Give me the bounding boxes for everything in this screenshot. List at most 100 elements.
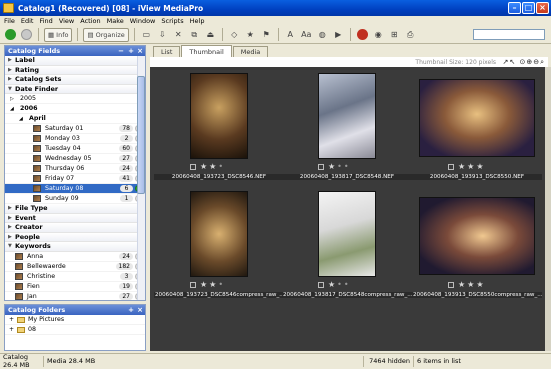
scrollbar-thumb[interactable]	[137, 76, 145, 194]
organize-button[interactable]: ▤ Organize	[83, 27, 129, 42]
close-button[interactable]: ×	[536, 2, 549, 14]
year-2006[interactable]: ◢ 2006	[5, 104, 145, 114]
thumbnail-cell[interactable]: ★ • • 20060408_193817_DSC8548compress_raw_.…	[282, 191, 412, 302]
select-checkbox[interactable]	[318, 163, 324, 170]
web-button[interactable]	[356, 28, 369, 42]
globe-button[interactable]: ◍	[316, 28, 329, 42]
section-label[interactable]: ▶ Label	[5, 56, 145, 66]
minimize-button[interactable]: –	[508, 2, 521, 14]
select-checkbox[interactable]	[448, 281, 454, 288]
menu-view[interactable]: View	[59, 17, 74, 25]
rating-row[interactable]: ★ ★ ★	[448, 280, 484, 289]
keyword-row[interactable]: Bellewaerde 182	[5, 262, 145, 272]
photo-thumbnail[interactable]	[318, 73, 376, 159]
view-control-icons[interactable]: ↗↖ ⊙⊕⊖⌕	[503, 58, 545, 67]
folder-my-pictures[interactable]: + My Pictures	[5, 315, 145, 325]
menu-find[interactable]: Find	[39, 17, 52, 25]
thumbnail-cell[interactable]: ★ ★ ★ 20060408_193913_DSC8550.NEF	[412, 73, 542, 184]
select-checkbox[interactable]	[190, 163, 196, 170]
section-catalog-sets[interactable]: ▶ Catalog Sets	[5, 75, 145, 85]
adjust-button[interactable]: ⊞	[388, 28, 401, 42]
section-date-finder[interactable]: ▼ Date Finder	[5, 84, 145, 94]
section-keywords[interactable]: ▼ Keywords	[5, 242, 145, 252]
thumbnail-cell[interactable]: ★ ★ ★ 20060408_193913_DSC8550compress_raw_.…	[412, 191, 542, 302]
section-file-type[interactable]: ▶ File Type	[5, 204, 145, 214]
date-row[interactable]: Friday 07 41	[5, 174, 145, 184]
burn-button[interactable]: ◉	[372, 28, 385, 42]
month-april[interactable]: ◢ April	[5, 114, 145, 124]
menu-help[interactable]: Help	[190, 17, 205, 25]
select-checkbox[interactable]	[448, 163, 454, 170]
rating-row[interactable]: ★ • •	[318, 162, 349, 171]
menu-file[interactable]: File	[4, 17, 15, 25]
slideshow-button[interactable]: ▶	[332, 28, 345, 42]
maximize-button[interactable]: □	[522, 2, 535, 14]
photo-thumbnail[interactable]	[190, 73, 248, 159]
forward-button[interactable]	[20, 28, 33, 42]
tab-list[interactable]: List	[153, 46, 181, 57]
date-row[interactable]: Sunday 09 1	[5, 194, 145, 204]
tab-media[interactable]: Media	[232, 46, 269, 57]
copy-button[interactable]: ⧉	[188, 28, 201, 42]
close-icon[interactable]: ×	[136, 306, 144, 314]
date-row[interactable]: Thursday 06 24	[5, 164, 145, 174]
thumbnail-cell[interactable]: ★ ★ • 20060408_193723_DSC8546compress_raw_.…	[154, 191, 284, 302]
text-button[interactable]: A	[284, 28, 297, 42]
menu-window[interactable]: Window	[130, 17, 156, 25]
print-icon: ⎙	[407, 29, 414, 39]
close-icon[interactable]: ×	[136, 47, 144, 55]
menu-make[interactable]: Make	[107, 17, 124, 25]
print-button[interactable]: ⎙	[404, 28, 417, 42]
import-button[interactable]: ⇩	[156, 28, 169, 42]
info-button[interactable]: ▦ Info	[44, 27, 73, 42]
section-event[interactable]: ▶ Event	[5, 213, 145, 223]
fonts-button[interactable]: Aa	[300, 28, 313, 42]
date-row[interactable]: Saturday 08 6	[5, 184, 145, 194]
rating-row[interactable]: ★ ★ ★	[448, 162, 484, 171]
year-2005[interactable]: ▷ 2005	[5, 94, 145, 104]
plus-icon[interactable]: +	[127, 47, 135, 55]
menu-scripts[interactable]: Scripts	[161, 17, 183, 25]
tab-thumbnail[interactable]: Thumbnail	[181, 45, 232, 57]
select-checkbox[interactable]	[190, 281, 196, 288]
keyword-row[interactable]: Fien 19	[5, 282, 145, 292]
photo-thumbnail[interactable]	[318, 191, 376, 277]
folder-08[interactable]: +08	[5, 325, 145, 335]
search-field[interactable]	[473, 29, 545, 40]
date-row[interactable]: Monday 03 2	[5, 134, 145, 144]
minus-icon[interactable]: −	[117, 47, 125, 55]
date-label: Friday 07	[45, 175, 75, 182]
select-checkbox[interactable]	[318, 281, 324, 288]
label-button[interactable]: ◇	[228, 28, 241, 42]
menu-action[interactable]: Action	[80, 17, 100, 25]
vertical-scrollbar[interactable]	[137, 56, 145, 300]
date-row[interactable]: Wednesday 05 27	[5, 154, 145, 164]
section-creator[interactable]: ▶ Creator	[5, 223, 145, 233]
new-catalog-button[interactable]: ▭	[140, 28, 153, 42]
keyword-row[interactable]: Anna 24	[5, 252, 145, 262]
view-tabs: List Thumbnail Media	[150, 45, 550, 57]
rating-row[interactable]: ★ • •	[318, 280, 349, 289]
date-row[interactable]: Saturday 01 78	[5, 124, 145, 134]
plus-icon[interactable]: +	[127, 306, 135, 314]
grid-scrollbar[interactable]	[545, 67, 551, 351]
section-rating[interactable]: ▶ Rating	[5, 65, 145, 75]
rating-row[interactable]: ★ ★ •	[190, 280, 223, 289]
flag-button[interactable]: ⚑	[260, 28, 273, 42]
rating-button[interactable]: ★	[244, 28, 257, 42]
keyword-row[interactable]: Jan 27	[5, 292, 145, 301]
back-button[interactable]	[4, 28, 17, 42]
date-row[interactable]: Tuesday 04 60	[5, 144, 145, 154]
photo-thumbnail[interactable]	[190, 191, 248, 277]
rating-row[interactable]: ★ ★ •	[190, 162, 223, 171]
thumbnail-cell[interactable]: ★ • • 20060408_193817_DSC8548.NEF	[282, 73, 412, 184]
stamp-button[interactable]: ⏏	[204, 28, 217, 42]
thumbnail-cell[interactable]: ★ ★ • 20060408_193723_DSC8546.NEF	[154, 73, 284, 184]
catalog-fields-panel: Catalog Fields − + × ▶ Label ▶ Rating ▶ Cat…	[4, 45, 146, 301]
photo-thumbnail[interactable]	[419, 79, 535, 157]
keyword-row[interactable]: Christine 3	[5, 272, 145, 282]
section-people[interactable]: ▶ People	[5, 232, 145, 242]
delete-button[interactable]: ✕	[172, 28, 185, 42]
photo-thumbnail[interactable]	[419, 197, 535, 275]
menu-edit[interactable]: Edit	[21, 17, 34, 25]
